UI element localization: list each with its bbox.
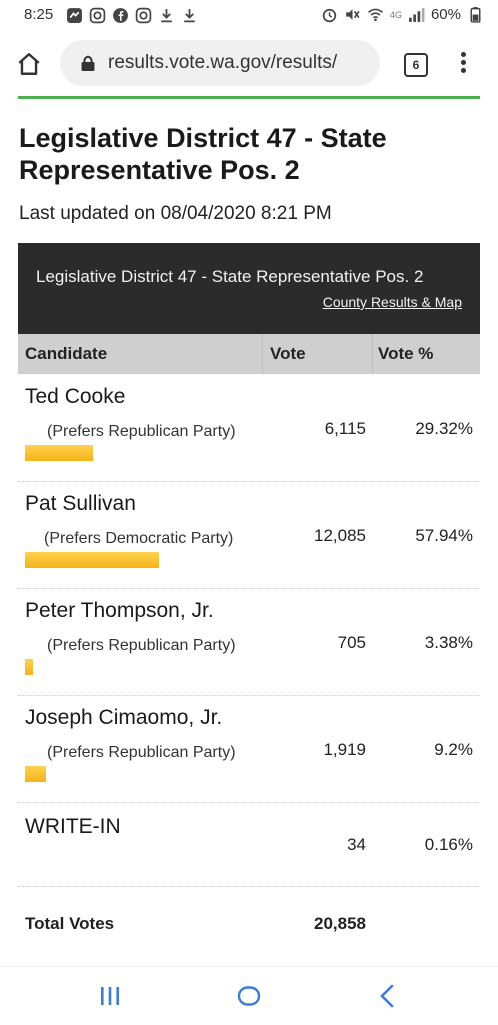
page-load-progress <box>18 96 480 99</box>
candidate-name: Ted Cooke <box>25 385 126 408</box>
browser-toolbar: results.vote.wa.gov/results/ 6 <box>0 32 498 94</box>
county-results-link[interactable]: County Results & Map <box>323 294 462 310</box>
candidate-party: (Prefers Democratic Party) <box>44 530 234 547</box>
page-title: Legislative District 47 - State Represen… <box>19 123 387 185</box>
column-vote-percent: Vote % <box>378 344 434 363</box>
facebook-icon <box>113 8 128 23</box>
total-label: Total Votes <box>25 914 115 933</box>
home-icon[interactable] <box>16 51 42 77</box>
instagram-icon <box>89 7 106 24</box>
results-header-title: Legislative District 47 - State Represen… <box>36 267 424 286</box>
last-updated: Last updated on 08/04/2020 8:21 PM <box>19 203 332 224</box>
vote-share-bar <box>25 445 93 461</box>
recent-apps-icon[interactable] <box>99 986 121 1006</box>
back-icon[interactable] <box>378 984 396 1008</box>
candidate-percent: 29.32% <box>415 419 473 438</box>
column-candidate: Candidate <box>25 344 108 363</box>
candidate-name: Joseph Cimaomo, Jr. <box>25 706 223 729</box>
home-nav-icon[interactable] <box>237 986 261 1006</box>
system-icons: 4G 60% <box>321 6 484 23</box>
battery-percent: 60% <box>430 6 461 23</box>
status-bar: 8:25 4G 60% <box>0 0 498 32</box>
candidate-percent: 3.38% <box>424 633 473 652</box>
table-header: Candidate Vote Vote % <box>18 334 480 374</box>
url-text[interactable]: results.vote.wa.gov/results/ <box>108 52 337 74</box>
wifi-icon <box>368 8 383 22</box>
alarm-icon <box>322 8 337 23</box>
table-row: Ted Cooke (Prefers Republican Party) 6,1… <box>18 374 480 482</box>
candidate-party: (Prefers Republican Party) <box>47 637 236 654</box>
candidate-party: (Prefers Republican Party) <box>47 423 236 440</box>
table-row: Pat Sullivan (Prefers Democratic Party) … <box>18 481 480 589</box>
column-vote: Vote <box>270 344 306 363</box>
messenger-icon <box>67 8 82 23</box>
more-menu-icon[interactable] <box>455 52 471 76</box>
candidate-votes: 34 <box>347 835 366 854</box>
status-time: 8:25 <box>24 6 54 23</box>
vote-share-bar <box>25 766 46 782</box>
download-icon <box>161 9 172 23</box>
candidate-votes: 12,085 <box>314 526 366 545</box>
vote-share-bar <box>25 552 159 568</box>
candidate-percent: 0.16% <box>424 835 473 854</box>
mute-icon <box>346 9 360 20</box>
signal-icon <box>409 8 425 22</box>
tab-switcher-button[interactable]: 6 <box>404 53 428 77</box>
android-nav-bar <box>0 966 498 1025</box>
candidate-percent: 57.94% <box>415 526 473 545</box>
lock-icon <box>81 55 95 71</box>
candidate-name: Peter Thompson, Jr. <box>25 599 214 622</box>
network-type: 4G <box>389 9 402 20</box>
notification-icons <box>66 7 198 24</box>
instagram-icon <box>135 7 152 24</box>
results-header: Legislative District 47 - State Represen… <box>18 243 480 334</box>
total-row: Total Votes 20,858 <box>18 886 480 962</box>
candidate-votes: 705 <box>337 633 366 652</box>
address-bar[interactable]: results.vote.wa.gov/results/ <box>60 40 380 86</box>
table-row: Peter Thompson, Jr. (Prefers Republican … <box>18 588 480 696</box>
battery-icon <box>470 7 481 23</box>
table-row: Joseph Cimaomo, Jr. (Prefers Republican … <box>18 695 480 803</box>
candidate-votes: 1,919 <box>323 740 366 759</box>
candidate-party: (Prefers Republican Party) <box>47 744 236 761</box>
candidate-name: WRITE-IN <box>25 815 121 838</box>
candidate-votes: 6,115 <box>324 419 366 438</box>
candidate-name: Pat Sullivan <box>25 492 136 515</box>
table-row: WRITE-IN 34 0.16% <box>18 802 480 887</box>
total-votes: 20,858 <box>314 914 366 933</box>
candidate-percent: 9.2% <box>434 740 473 759</box>
vote-share-bar <box>25 659 33 675</box>
download-icon <box>184 9 195 23</box>
